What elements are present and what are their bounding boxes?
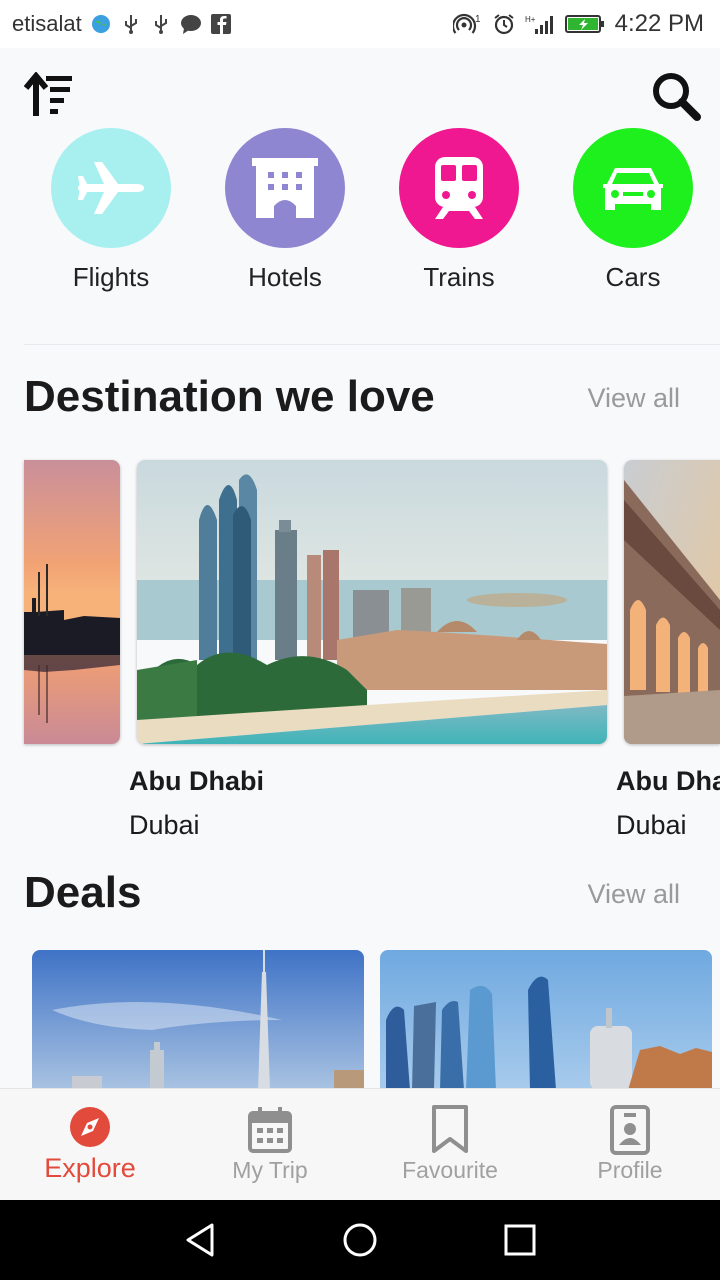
category-label: Trains bbox=[423, 262, 495, 292]
hotel-icon bbox=[252, 158, 318, 218]
alarm-icon bbox=[494, 14, 514, 35]
nav-label: My Trip bbox=[232, 1157, 308, 1183]
app-screen: etisalat 1 H+ 4:22 PM Flights Hotels Tra… bbox=[0, 0, 720, 1280]
calendar-icon bbox=[248, 1107, 292, 1153]
train-icon bbox=[435, 157, 483, 219]
category-cars[interactable]: Cars bbox=[546, 128, 720, 293]
category-hotels[interactable]: Hotels bbox=[198, 128, 372, 293]
section-divider bbox=[24, 344, 720, 345]
category-trains[interactable]: Trains bbox=[372, 128, 546, 293]
nav-label: Explore bbox=[44, 1153, 136, 1183]
clock-label: 4:22 PM bbox=[614, 10, 704, 37]
status-right: 1 H+ 4:22 PM bbox=[452, 10, 704, 38]
category-label: Hotels bbox=[248, 262, 322, 292]
bookmark-icon bbox=[432, 1105, 468, 1153]
category-label: Flights bbox=[72, 262, 150, 292]
globe-icon bbox=[91, 15, 110, 33]
nav-explore[interactable]: Explore bbox=[0, 1089, 180, 1201]
compass-icon bbox=[70, 1107, 110, 1147]
destination-name: Abu Dhabi bbox=[129, 766, 264, 796]
usb-icon bbox=[124, 15, 137, 34]
destinations-title: Destination we love bbox=[24, 372, 435, 421]
destination-name: Abu Dha bbox=[616, 766, 720, 796]
search-icon[interactable] bbox=[650, 70, 702, 122]
nav-label: Favourite bbox=[402, 1157, 498, 1183]
battery-icon bbox=[564, 15, 604, 33]
airplane-icon bbox=[78, 162, 144, 214]
sort-ascending-icon[interactable] bbox=[24, 72, 74, 118]
destination-image-abu-dhabi bbox=[137, 460, 607, 744]
category-flights[interactable]: Flights bbox=[24, 128, 198, 293]
status-bar: etisalat 1 H+ 4:22 PM bbox=[0, 0, 720, 48]
status-left: etisalat bbox=[12, 11, 232, 37]
destination-city: Dubai bbox=[129, 810, 200, 840]
back-icon[interactable] bbox=[184, 1222, 216, 1258]
home-icon[interactable] bbox=[342, 1222, 378, 1258]
trains-circle[interactable] bbox=[399, 128, 519, 248]
profile-card-icon bbox=[610, 1105, 650, 1155]
flights-circle[interactable] bbox=[51, 128, 171, 248]
message-icon bbox=[180, 15, 201, 34]
car-icon bbox=[603, 168, 663, 210]
deal-image-towers bbox=[380, 950, 712, 1090]
nav-label: Profile bbox=[597, 1157, 663, 1183]
deals-title: Deals bbox=[24, 868, 142, 917]
nav-profile[interactable]: Profile bbox=[540, 1089, 720, 1201]
bottom-navigation: Explore My Trip Favourite Profile bbox=[0, 1088, 720, 1200]
svg-text:H+: H+ bbox=[525, 15, 536, 24]
top-toolbar bbox=[0, 60, 720, 130]
hotspot-icon: 1 bbox=[452, 13, 481, 34]
deal-card-abu-dhabi[interactable] bbox=[380, 950, 712, 1090]
destination-image-mosque bbox=[624, 460, 720, 744]
svg-text:1: 1 bbox=[475, 14, 481, 25]
facebook-icon bbox=[210, 14, 231, 34]
destinations-view-all-link[interactable]: View all bbox=[587, 383, 680, 414]
category-row: Flights Hotels Trains Cars bbox=[0, 128, 720, 308]
usb-icon-2 bbox=[154, 15, 167, 34]
destination-card-sunset[interactable] bbox=[24, 460, 120, 744]
nav-my-trip[interactable]: My Trip bbox=[180, 1089, 360, 1201]
system-navigation-bar bbox=[0, 1200, 720, 1280]
deal-image-burj bbox=[32, 950, 364, 1090]
deals-view-all-link[interactable]: View all bbox=[587, 879, 680, 910]
deal-card-dubai[interactable] bbox=[32, 950, 364, 1090]
signal-icon: H+ bbox=[525, 15, 553, 34]
recent-apps-icon[interactable] bbox=[504, 1224, 536, 1256]
destination-image-sunset bbox=[24, 460, 120, 744]
destination-card-mosque[interactable] bbox=[624, 460, 720, 744]
cars-circle[interactable] bbox=[573, 128, 693, 248]
nav-favourite[interactable]: Favourite bbox=[360, 1089, 540, 1201]
carrier-label: etisalat bbox=[12, 11, 82, 36]
category-label: Cars bbox=[605, 262, 661, 292]
hotels-circle[interactable] bbox=[225, 128, 345, 248]
destination-card-abu-dhabi[interactable] bbox=[137, 460, 607, 744]
destination-city: Dubai bbox=[616, 810, 687, 840]
